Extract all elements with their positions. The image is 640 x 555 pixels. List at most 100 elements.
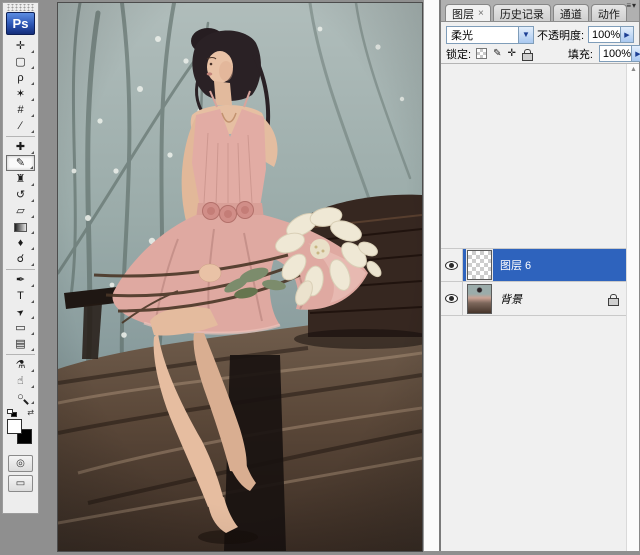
notes-icon: ▤ — [15, 339, 25, 350]
panel-menu-button[interactable]: ≡ ▾ — [626, 2, 636, 10]
screen-mode-icon: ▭ — [16, 478, 25, 489]
layer-thumbnail[interactable] — [467, 284, 492, 314]
opacity-field[interactable]: 100% ▶ — [588, 26, 634, 43]
lock-transparency-icon[interactable] — [476, 48, 487, 59]
lock-label: 锁定: — [446, 46, 471, 62]
tool-slice[interactable]: ∕ — [6, 118, 35, 134]
tool-blur[interactable]: ♦ — [6, 235, 35, 251]
tab-layers[interactable]: 图层 × — [445, 4, 491, 21]
layers-panel: 图层 × 历史记录 通道 动作 ≡ ▾ 柔光 ▼ 不透明度: 100% ▶ — [439, 0, 640, 551]
tab-history[interactable]: 历史记录 — [493, 4, 551, 21]
marquee-icon: ▢ — [15, 57, 25, 68]
default-colors-icon[interactable] — [7, 409, 13, 414]
tool-type[interactable]: T — [6, 288, 35, 304]
tool-pen[interactable]: ✒ — [6, 272, 35, 288]
ps-logo: Ps — [6, 12, 35, 35]
tool-notes[interactable]: ▤ — [6, 336, 35, 352]
tool-dodge[interactable]: ☌ — [6, 251, 35, 267]
quick-mask-icon: ◎ — [16, 458, 25, 469]
quick-mask-button[interactable]: ◎ — [8, 455, 33, 472]
zoom-icon: ○ — [17, 392, 24, 403]
layers-scrollbar[interactable]: ▲ — [626, 64, 639, 551]
tool-separator — [6, 136, 35, 137]
tool-path-selection[interactable]: ➤ — [6, 304, 35, 320]
scroll-up-icon[interactable]: ▲ — [630, 66, 637, 73]
lock-icon — [608, 294, 617, 304]
blur-icon: ♦ — [18, 238, 24, 249]
tab-actions[interactable]: 动作 — [591, 4, 627, 21]
chevron-down-icon[interactable]: ▼ — [518, 27, 533, 43]
arrow-right-icon[interactable]: ▶ — [632, 45, 640, 62]
history-brush-icon: ↺ — [16, 190, 25, 201]
eye-icon[interactable] — [445, 261, 458, 270]
tab-actions-label: 动作 — [598, 6, 620, 22]
foreground-color-swatch[interactable] — [7, 419, 22, 434]
swap-colors-icon[interactable]: ⇄ — [27, 408, 34, 417]
layer-row-background[interactable]: 背景 — [441, 282, 626, 316]
lock-all-icon[interactable] — [522, 49, 531, 59]
panel-menu-icon: ≡ — [626, 2, 631, 10]
tool-eyedropper[interactable]: ⚗ — [6, 357, 35, 373]
slice-icon: ∕ — [20, 121, 22, 132]
layers-list: 图层 6 背景 ▲ — [441, 63, 639, 551]
layer-row-body[interactable]: 背景 — [463, 282, 626, 315]
layer-name[interactable]: 图层 6 — [500, 257, 531, 273]
tool-lasso[interactable]: ρ — [6, 70, 35, 86]
gradient-icon — [14, 223, 27, 232]
eye-icon[interactable] — [445, 294, 458, 303]
fill-field[interactable]: 100% ▶ — [599, 45, 640, 62]
tab-channels-label: 通道 — [560, 6, 582, 22]
layer-row-layer6[interactable]: 图层 6 — [441, 248, 626, 282]
tool-rectangle-shape[interactable]: ▭ — [6, 320, 35, 336]
tool-clone-stamp[interactable]: ♜ — [6, 171, 35, 187]
type-icon: T — [17, 291, 24, 302]
tool-palette: Ps ✛ ▢ ρ ✶ # ∕ ✚ ✎ ♜ ↺ ▱ ♦ ☌ ✒ T ➤ ▭ ▤ ⚗… — [2, 2, 39, 514]
eyedropper-icon: ⚗ — [16, 360, 26, 371]
tool-move[interactable]: ✛ — [6, 38, 35, 54]
tab-channels[interactable]: 通道 — [553, 4, 589, 21]
layer-row-body[interactable]: 图层 6 — [463, 249, 626, 281]
brush-icon: ✎ — [16, 158, 25, 169]
tool-brush[interactable]: ✎ — [6, 155, 35, 171]
tool-hand[interactable]: ☝ — [6, 373, 35, 389]
visibility-cell[interactable] — [441, 249, 463, 281]
lock-pixels-icon[interactable]: ✎ — [493, 49, 501, 59]
arrow-right-icon[interactable]: ▶ — [621, 26, 634, 43]
document-scroll-gutter — [423, 0, 439, 551]
screen-mode-button[interactable]: ▭ — [8, 475, 33, 492]
tab-layers-label: 图层 — [452, 6, 474, 22]
blend-mode-select[interactable]: 柔光 ▼ — [446, 26, 534, 44]
tool-zoom[interactable]: ○ — [6, 389, 35, 405]
lock-buttons: ✎ ✛ — [476, 48, 531, 59]
chevron-down-icon: ▾ — [632, 2, 636, 10]
tool-eraser[interactable]: ▱ — [6, 203, 35, 219]
palette-grip[interactable] — [7, 4, 34, 11]
opacity-label: 不透明度: — [537, 27, 584, 43]
tool-gradient[interactable] — [6, 219, 35, 235]
document-canvas[interactable] — [57, 2, 423, 552]
tool-magic-wand[interactable]: ✶ — [6, 86, 35, 102]
fill-label: 填充: — [568, 46, 593, 62]
crop-icon: # — [17, 105, 23, 116]
move-icon: ✛ — [16, 41, 25, 52]
layer-thumbnail[interactable] — [467, 250, 492, 280]
panel-tab-bar: 图层 × 历史记录 通道 动作 ≡ ▾ — [441, 0, 639, 21]
pen-icon: ✒ — [16, 275, 25, 286]
photo-image — [58, 3, 422, 551]
tool-crop[interactable]: # — [6, 102, 35, 118]
color-swatch-area: ⇄ — [3, 408, 38, 452]
opacity-value[interactable]: 100% — [588, 26, 621, 43]
tool-rectangular-marquee[interactable]: ▢ — [6, 54, 35, 70]
tool-history-brush[interactable]: ↺ — [6, 187, 35, 203]
lasso-icon: ρ — [17, 73, 23, 84]
lock-position-icon[interactable]: ✛ — [507, 49, 515, 59]
tool-healing-brush[interactable]: ✚ — [6, 139, 35, 155]
tool-separator — [6, 354, 35, 355]
layer-name[interactable]: 背景 — [500, 291, 522, 307]
visibility-cell[interactable] — [441, 282, 463, 315]
tool-separator — [6, 269, 35, 270]
close-icon[interactable]: × — [478, 8, 484, 19]
fill-value[interactable]: 100% — [599, 45, 632, 62]
blend-mode-value: 柔光 — [447, 27, 518, 43]
rectangle-shape-icon: ▭ — [15, 323, 25, 334]
